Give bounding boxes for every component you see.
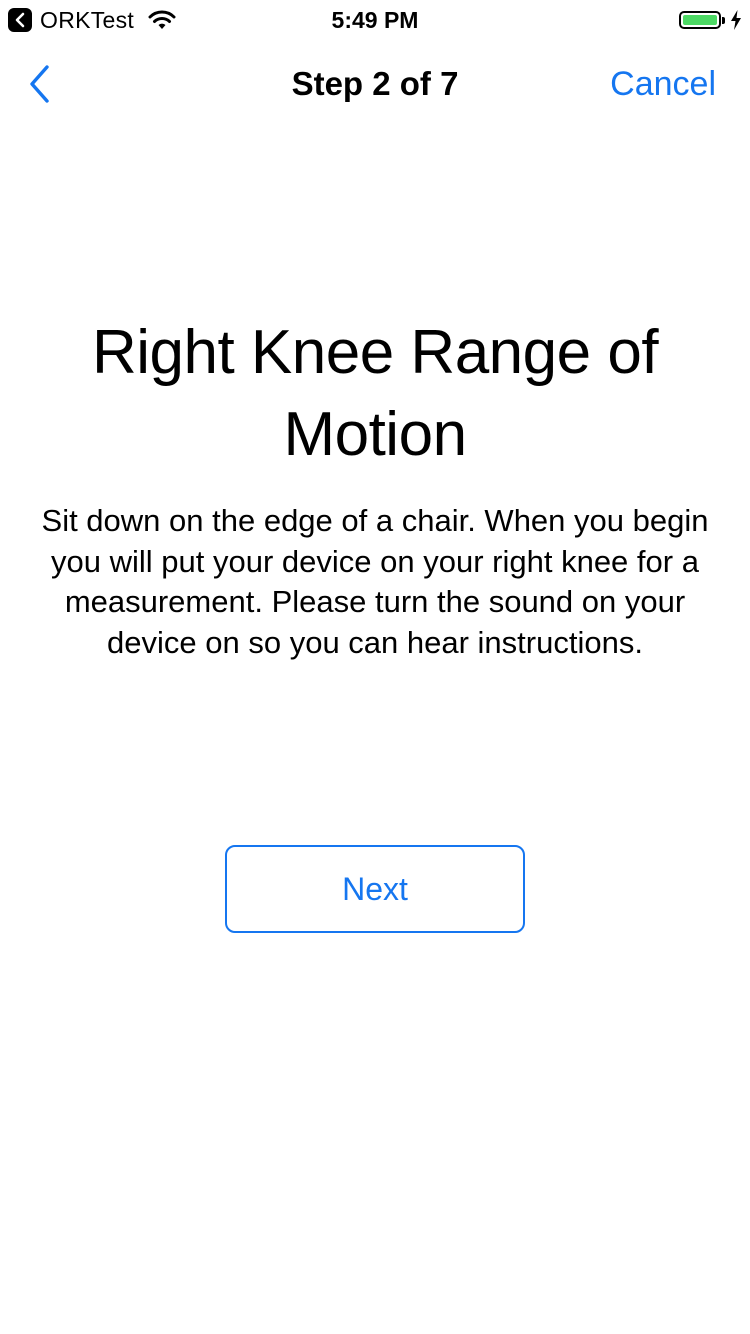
charging-bolt-icon bbox=[731, 10, 741, 30]
step-detail-text: Sit down on the edge of a chair. When yo… bbox=[41, 503, 709, 660]
battery-icon bbox=[679, 11, 721, 29]
navigation-bar: Step 2 of 7 Cancel bbox=[0, 40, 750, 128]
cancel-button[interactable]: Cancel bbox=[610, 40, 716, 128]
status-bar: ORKTest 5:49 PM bbox=[0, 0, 750, 40]
back-button[interactable] bbox=[26, 60, 70, 108]
step-title: Right Knee Range of Motion bbox=[91, 318, 659, 469]
chevron-left-icon bbox=[30, 65, 49, 103]
status-time: 5:49 PM bbox=[331, 7, 419, 33]
battery-tip bbox=[722, 16, 725, 24]
battery-level bbox=[683, 15, 717, 25]
next-button[interactable]: Next bbox=[225, 845, 525, 933]
battery-indicator bbox=[679, 9, 742, 31]
